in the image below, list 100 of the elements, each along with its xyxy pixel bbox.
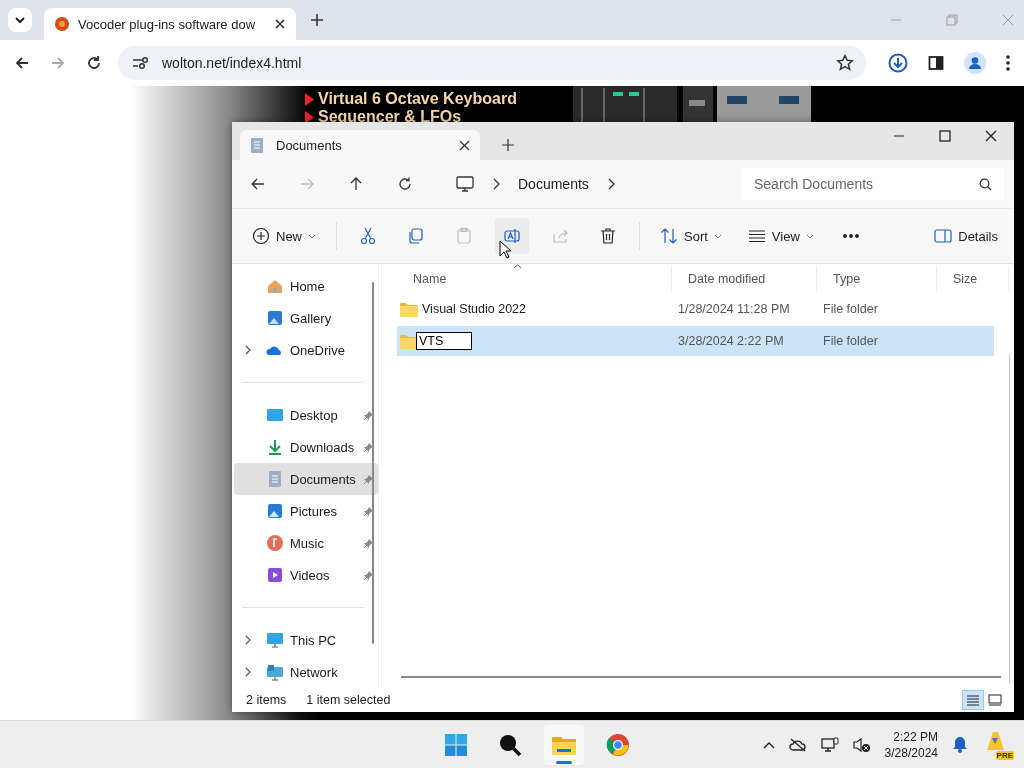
profile-icon[interactable] (964, 52, 986, 74)
rename-icon (503, 227, 521, 245)
triangle-icon (305, 110, 314, 124)
share-icon (551, 227, 569, 245)
close-icon[interactable] (985, 130, 997, 142)
network-icon[interactable] (820, 736, 839, 753)
list-icon (747, 227, 766, 245)
bell-icon[interactable] (952, 736, 968, 753)
network-icon (266, 663, 284, 681)
trash-icon (599, 227, 617, 245)
side-panel-icon[interactable] (928, 55, 944, 71)
view-button[interactable]: View (741, 218, 820, 254)
sidebar-item[interactable]: Pictures (234, 495, 378, 527)
url-text: wolton.net/index4.html (162, 55, 302, 71)
sidebar-item[interactable]: Documents (234, 463, 378, 495)
sidebar-item[interactable]: Home (234, 270, 378, 302)
menu-icon[interactable] (1006, 55, 1010, 71)
favicon-icon (54, 16, 70, 32)
sidebar-item[interactable]: Videos (234, 559, 378, 591)
file-name: Visual Studio 2022 (422, 302, 527, 316)
file-row[interactable]: Visual Studio 2022 1/28/2024 11:28 PM File folder (397, 294, 994, 324)
web-link[interactable]: Virtual 6 Octave Keyboard (318, 90, 517, 108)
folder-icon (400, 301, 418, 317)
document-icon (250, 136, 264, 154)
column-header[interactable]: Type (817, 266, 937, 292)
maximize-icon[interactable] (939, 130, 951, 142)
chevron-icon[interactable] (492, 178, 500, 190)
date-text: 1/28/2024 11:28 PM (678, 302, 790, 316)
file-explorer-button[interactable] (544, 724, 584, 765)
sidebar-item[interactable]: Downloads (234, 431, 378, 463)
back-icon[interactable] (250, 176, 266, 192)
sort-icon (660, 227, 678, 245)
new-tab-icon[interactable] (310, 13, 324, 27)
breadcrumb-item[interactable]: Documents (518, 176, 589, 192)
chevron-icon[interactable] (606, 178, 615, 190)
browser-tab[interactable]: Vocoder plug-ins software dow (44, 8, 296, 40)
chevron-icon[interactable] (244, 635, 252, 645)
type-text: File folder (823, 334, 878, 348)
details-view-button[interactable] (962, 690, 984, 710)
tiles-icon (988, 694, 1002, 706)
copy-icon (407, 227, 425, 245)
file-row[interactable]: VTS 3/28/2024 2:22 PM File folder (397, 326, 994, 356)
rename-field[interactable]: VTS (416, 332, 472, 350)
refresh-icon[interactable] (397, 176, 413, 192)
volume-muted-icon[interactable] (852, 736, 871, 753)
web-link[interactable]: Sequencer & LFOs (318, 108, 462, 126)
details-button[interactable]: Details (928, 218, 1004, 254)
close-icon[interactable] (459, 139, 470, 151)
mouse-pointer-icon (499, 240, 511, 259)
back-icon[interactable] (14, 55, 30, 71)
tab-title: Vocoder plug-ins software dow (78, 16, 257, 32)
rename-button[interactable] (495, 218, 529, 254)
item-count: 2 items (246, 693, 287, 707)
details-pane-icon (934, 229, 953, 243)
videos-icon (266, 566, 284, 584)
copilot-button[interactable]: PRE (982, 729, 1012, 760)
gallery-icon (266, 309, 284, 327)
clock-time[interactable]: 2:22 PM (893, 728, 938, 745)
search-icon (979, 178, 992, 191)
clock-date[interactable]: 3/28/2024 (884, 744, 938, 761)
up-icon[interactable] (348, 176, 364, 192)
column-header[interactable]: Name (397, 266, 672, 292)
site-info-icon[interactable] (132, 56, 150, 70)
close-icon[interactable] (274, 18, 286, 30)
search-field[interactable]: Search Documents (742, 168, 1004, 200)
scrollbar[interactable] (401, 676, 1001, 678)
downloads-icon (266, 438, 284, 456)
explorer-tab[interactable]: Documents (240, 130, 480, 160)
sidebar-item[interactable]: This PC (234, 624, 378, 656)
search-icon (498, 732, 522, 757)
sort-button[interactable]: Sort (654, 218, 728, 254)
monitor-icon[interactable] (456, 176, 474, 192)
chevron-icon[interactable] (244, 667, 252, 677)
scissors-icon (359, 227, 377, 245)
cloud-off-icon[interactable] (788, 737, 807, 752)
reload-icon[interactable] (86, 55, 102, 71)
sidebar-item[interactable]: Desktop (234, 399, 378, 431)
column-header[interactable]: Date modified (672, 266, 817, 292)
list-icon (966, 694, 980, 706)
new-button[interactable]: New (246, 218, 322, 254)
column-header[interactable]: Size (937, 266, 1009, 292)
download-icon[interactable] (888, 53, 908, 73)
sidebar-item[interactable]: Music (234, 527, 378, 559)
new-tab-icon[interactable] (502, 139, 514, 151)
chevron-icon[interactable] (244, 345, 252, 355)
sidebar-item[interactable]: OneDrive (234, 334, 378, 366)
selection-count: 1 item selected (306, 693, 391, 707)
date-text: 3/28/2024 2:22 PM (678, 334, 784, 348)
scrollbar[interactable] (1009, 354, 1010, 684)
address-bar[interactable]: wolton.net/index4.html (118, 46, 866, 80)
sort-up-icon (513, 264, 522, 269)
tab-title: Documents (276, 137, 343, 153)
scrollbar[interactable] (372, 282, 374, 644)
tab-search-button[interactable] (8, 8, 32, 32)
sidebar-item[interactable]: Gallery (234, 302, 378, 334)
chevron-up-icon[interactable] (762, 740, 775, 749)
bookmark-star-icon[interactable] (836, 54, 854, 72)
documents-icon (266, 470, 284, 488)
clipboard-icon (455, 227, 473, 245)
sidebar-item[interactable]: Network (234, 656, 378, 688)
